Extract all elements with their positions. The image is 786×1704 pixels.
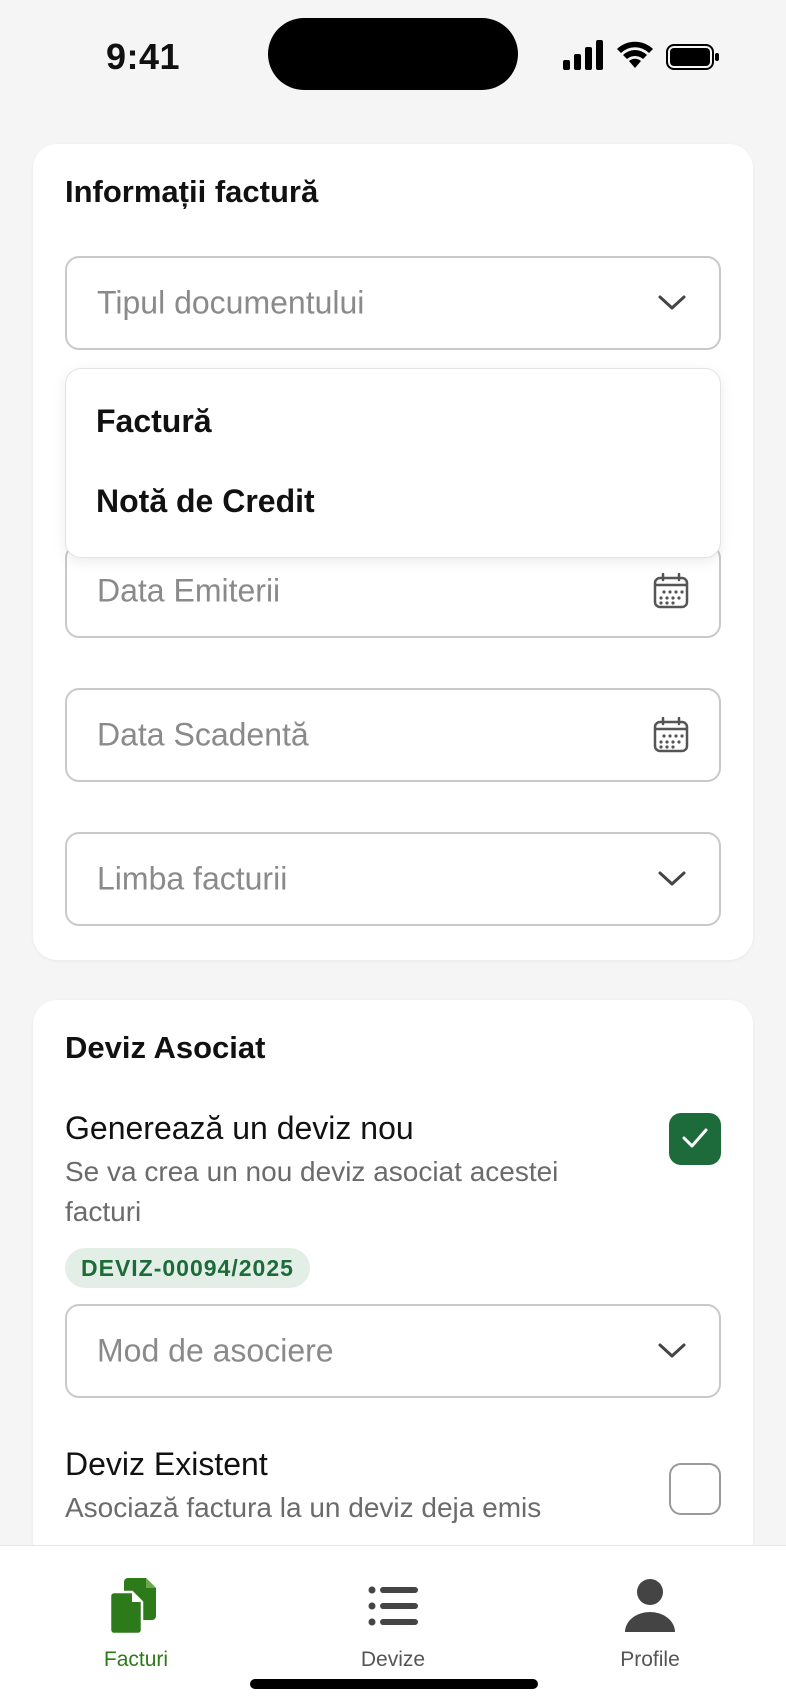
battery-icon (666, 44, 719, 70)
nav-tab-facturi[interactable]: Facturi (66, 1566, 206, 1676)
dynamic-island (268, 18, 518, 90)
calendar-icon[interactable] (653, 573, 689, 609)
nav-label-facturi: Facturi (103, 1648, 169, 1671)
invoice-language-placeholder: Limba facturii (97, 860, 288, 897)
invoice-language-select[interactable]: Limba facturii (65, 832, 721, 926)
nav-label-devize: Devize (360, 1648, 426, 1671)
list-icon (368, 1586, 418, 1626)
nav-label-profile: Profile (620, 1648, 680, 1671)
estimate-number-badge: DEVIZ-00094/2025 (65, 1248, 310, 1288)
chevron-down-icon (658, 1343, 686, 1358)
new-estimate-checkbox[interactable] (669, 1113, 721, 1165)
status-bar: 9:41 (0, 0, 786, 120)
checkmark-icon (682, 1128, 708, 1148)
association-mode-select[interactable]: Mod de asociere (65, 1304, 721, 1398)
due-date-field[interactable]: Data Scadentă (65, 688, 721, 782)
chevron-down-icon (658, 871, 686, 886)
document-type-select[interactable]: Tipul documentului (65, 256, 721, 350)
document-type-dropdown: Factură Notă de Credit (65, 368, 721, 558)
issue-date-placeholder: Data Emiterii (97, 572, 281, 609)
associated-estimate-title: Deviz Asociat (65, 1030, 266, 1065)
due-date-placeholder: Data Scadentă (97, 716, 309, 753)
dropdown-option-factura[interactable]: Factură (96, 403, 212, 440)
nav-tab-profile[interactable]: Profile (580, 1566, 720, 1676)
home-indicator (250, 1679, 538, 1689)
cellular-signal-icon (563, 40, 603, 70)
documents-icon (108, 1578, 156, 1636)
association-mode-placeholder: Mod de asociere (97, 1332, 334, 1369)
dropdown-option-nota-de-credit[interactable]: Notă de Credit (96, 483, 315, 520)
nav-tab-devize[interactable]: Devize (323, 1566, 463, 1676)
existing-estimate-subtitle: Asociază factura la un deviz deja emis (65, 1492, 542, 1523)
new-estimate-title: Generează un deviz nou (65, 1110, 414, 1146)
phone-screen: 9:41 Informații factură Tipul documentul… (0, 0, 786, 1704)
new-estimate-subtitle: Se va crea un nou deviz asociat acestei … (65, 1156, 559, 1227)
person-icon (625, 1579, 675, 1632)
associated-estimate-card: Deviz Asociat Generează un deviz nou Se … (33, 1000, 753, 1640)
invoice-info-title: Informații factură (65, 174, 319, 209)
chevron-down-icon (658, 295, 686, 310)
calendar-icon[interactable] (653, 717, 689, 753)
invoice-info-card: Informații factură Tipul documentului Fa… (33, 144, 753, 960)
status-time: 9:41 (106, 36, 181, 77)
existing-estimate-checkbox[interactable] (669, 1463, 721, 1515)
wifi-icon (617, 41, 653, 68)
issue-date-field[interactable]: Data Emiterii (65, 544, 721, 638)
existing-estimate-title: Deviz Existent (65, 1446, 268, 1482)
document-type-placeholder: Tipul documentului (97, 284, 365, 321)
